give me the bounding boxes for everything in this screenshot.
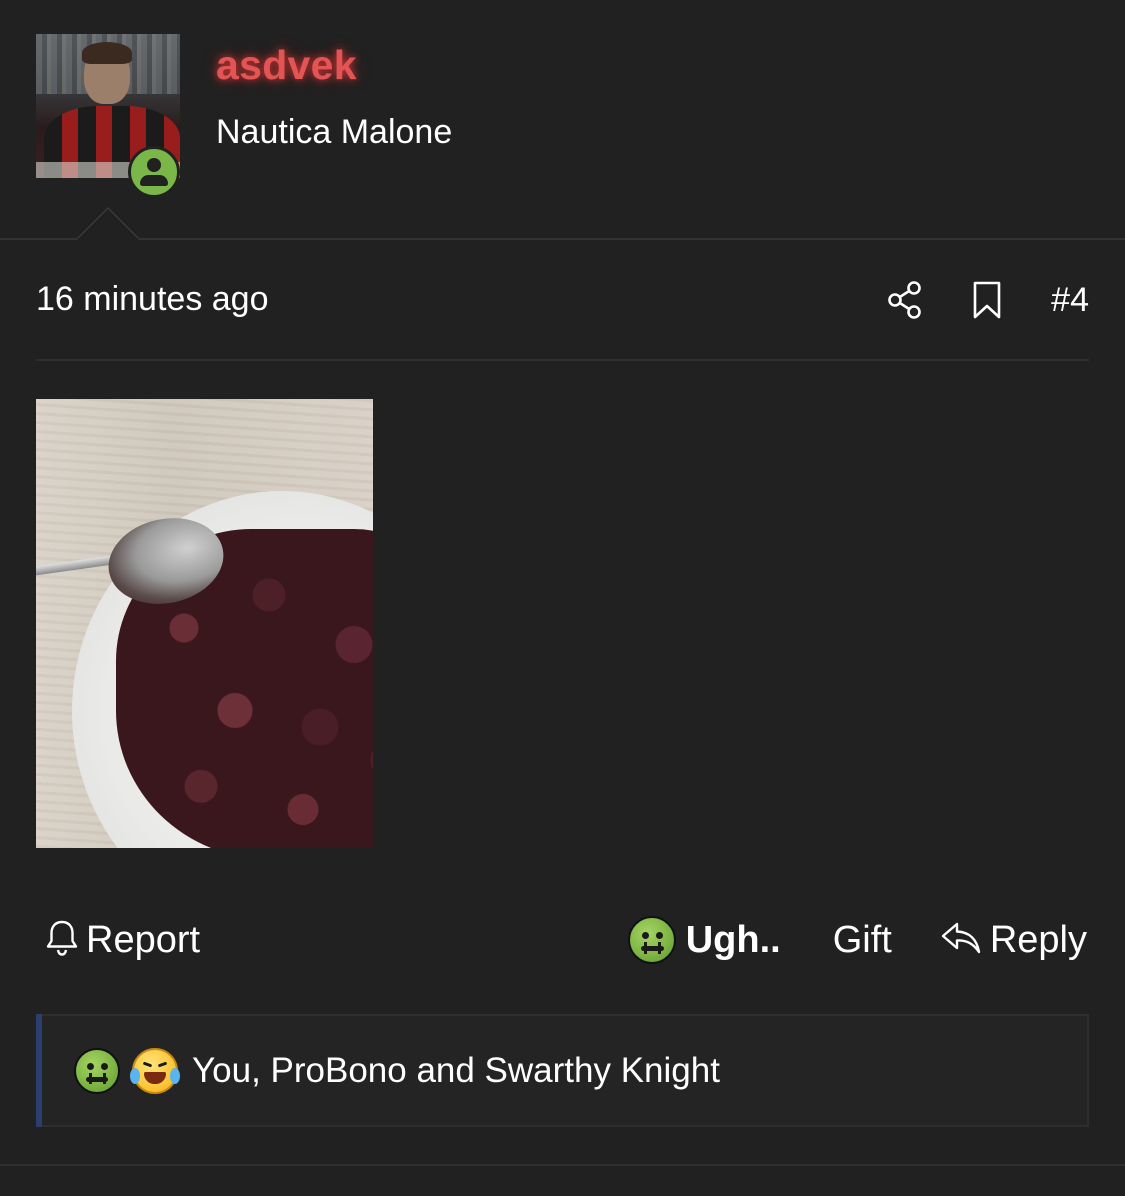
bookmark-icon[interactable]: [971, 280, 1003, 320]
post-author-header: asdvek Nautica Malone: [0, 0, 1125, 239]
meta-divider: [36, 359, 1089, 361]
post-action-bar: Report Ugh.. Gift Reply: [36, 912, 1089, 968]
user-title: Nautica Malone: [216, 113, 453, 151]
report-button[interactable]: Report: [44, 912, 200, 968]
post-timestamp[interactable]: 16 minutes ago: [36, 280, 269, 319]
header-divider: [0, 238, 1125, 240]
crying-laughing-face-icon: [130, 1048, 180, 1094]
reaction-label: Ugh..: [685, 918, 781, 961]
post-image-attachment[interactable]: [36, 399, 373, 848]
post-bottom-divider: [0, 1164, 1125, 1166]
share-icon[interactable]: [887, 280, 923, 320]
post-number-link[interactable]: #4: [1051, 281, 1089, 320]
header-pointer-notch: [76, 207, 140, 239]
avatar-hair: [82, 42, 132, 64]
post-container: asdvek Nautica Malone 16 minutes ago #4: [0, 0, 1125, 1196]
username-link[interactable]: asdvek: [216, 42, 357, 89]
gift-button[interactable]: Gift: [833, 919, 892, 962]
reactions-summary-text: You, ProBono and Swarthy Knight: [192, 1051, 720, 1090]
post-meta-actions: #4: [887, 276, 1089, 324]
reactions-summary-accent: [36, 1014, 42, 1127]
reactions-summary[interactable]: You, ProBono and Swarthy Knight: [36, 1014, 1089, 1127]
post-right-actions: Ugh.. Gift Reply: [627, 912, 1087, 968]
online-status-icon: [128, 146, 180, 198]
reply-arrow-icon: [940, 919, 982, 962]
reaction-button[interactable]: Ugh..: [627, 916, 781, 964]
reply-button[interactable]: Reply: [940, 919, 1087, 962]
bell-icon: [44, 918, 80, 963]
nauseated-face-icon: [74, 1048, 120, 1094]
reply-label: Reply: [989, 918, 1087, 961]
report-label: Report: [86, 918, 201, 961]
nauseated-face-icon: [627, 916, 676, 964]
